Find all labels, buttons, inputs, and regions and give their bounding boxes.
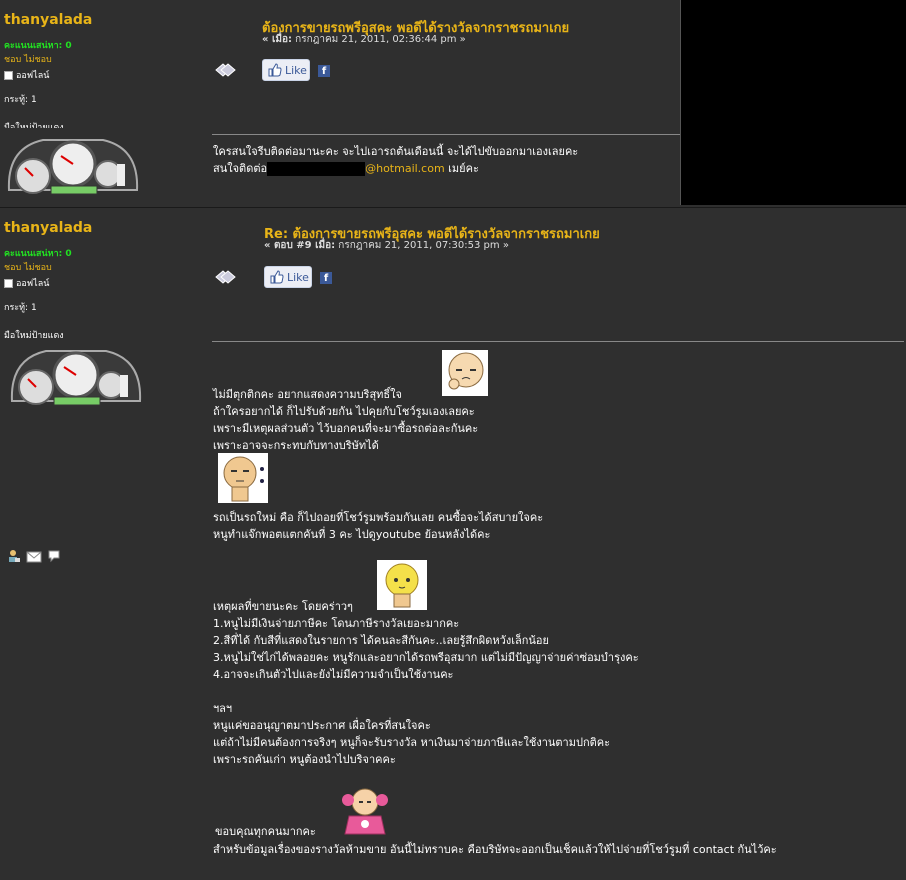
final-line: สำหรับข้อมูลเรื่องของรางวัลห้ามขาย อันนี… [213,843,777,856]
body-line: 1.หนูไม่มีเงินจ่ายภาษีคะ โดนภาษีรางวัลเย… [213,617,460,630]
body-line: 2.สีที่ได้ กับสีที่แสดงในรายการ ได้คนละส… [213,634,549,647]
karma-actions[interactable]: ชอบ ไม่ชอบ [4,52,92,66]
body-line: ฯลฯ [213,702,233,715]
meta-prefix: « ตอบ #9 เมื่อ: [264,240,336,251]
body-line: 3.หนูไม่ใช่ไก่ได้พลอยคะ หนูรักและอยากได้… [213,651,639,664]
body-line: ไม่มีตุกติกคะ อยากแสดงความบริสุทธิ์ใจ [213,388,402,401]
email-text: @hotmail.com [365,162,445,175]
like-label: Like [287,271,309,284]
status-icon [4,279,13,288]
post-body-part-3: เหตุผลที่ขายนะคะ โดยคร่าวๆ 1.หนูไม่มีเงิ… [213,598,639,683]
author-name[interactable]: thanyalada [4,12,92,28]
profile-icon[interactable] [7,549,21,563]
post-date: กรกฎาคม 21, 2011, 07:30:53 pm » [338,240,509,251]
karma-label: คะแนนเสน่หา: 0 [4,249,72,259]
online-status: ออฟไลน์ [4,276,92,290]
author-info: thanyalada คะแนนเสน่หา: 0 ชอบ ไม่ชอบ ออฟ… [4,12,92,134]
like-button[interactable]: Like [262,59,310,81]
profile-tools [7,548,61,567]
post-2: thanyalada คะแนนเสน่หา: 0 ชอบ ไม่ชอบ ออฟ… [0,207,906,880]
body-line: แต่ถ้าไม่มีคนต้องการจริงๆ หนูก็จะรับรางว… [213,736,611,749]
author-info: thanyalada คะแนนเสน่หา: 0 ชอบ ไม่ชอบ ออฟ… [4,220,92,342]
online-status: ออฟไลน์ [4,68,92,82]
post-icon [215,63,236,77]
karma-actions[interactable]: ชอบ ไม่ชอบ [4,260,92,274]
post-divider [212,341,904,342]
post-meta: « ตอบ #9 เมื่อ: กรกฎาคม 21, 2011, 07:30:… [264,238,509,253]
bowing-girl-emoticon [342,788,388,835]
facebook-icon[interactable]: f [320,272,332,284]
author-name[interactable]: thanyalada [4,220,92,236]
post-body-part-2: รถเป็นรถใหม่ คือ ก็ไปถอยที่โชว์รูมพร้อมก… [213,509,543,543]
thumbs-up-icon [268,63,282,77]
post-meta: « เมื่อ: กรกฎาคม 21, 2011, 02:36:44 pm » [262,32,466,47]
post-body-part-4: ฯลฯ หนูแค่ขออนุญาตมาประกาศ เผื่อใครที่สน… [213,700,610,768]
body-line: เหตุผลที่ขายนะคะ โดยคร่าวๆ [213,600,353,613]
thanks-line: ขอบคุณทุกคนมากคะ [215,825,316,838]
like-label: Like [285,64,307,77]
post-count: กระทู้: 1 [4,95,37,105]
post-icon [215,270,236,284]
redacted-block [267,162,366,176]
message-icon[interactable] [47,549,61,563]
post-body-part-1: ไม่มีตุกติกคะ อยากแสดงความบริสุทธิ์ใจ ถ้… [213,386,478,454]
facebook-icon[interactable]: f [318,65,330,77]
body-line: เพราะรถคันเก่า หนูต้องนำไปบริจาคคะ [213,753,396,766]
body-line: ถ้าใครอยากได้ ก็ไปรับด้วยกัน ไปคุยกับโชว… [213,405,475,418]
status-icon [4,71,13,80]
contact-prefix: สนใจติดต่อ [213,162,268,175]
empty-area [680,0,906,205]
thumbs-up-icon [270,270,284,284]
post-count: กระทู้: 1 [4,303,37,313]
email-icon[interactable] [26,551,42,563]
post-divider [212,134,680,135]
body-line: 4.อาจจะเกินตัวไปและยังไม่มีความจำเป็นใช้… [213,668,454,681]
contact-suffix: เมย์คะ [444,162,479,175]
body-line: รถเป็นรถใหม่ คือ ก็ไปถอยที่โชว์รูมพร้อมก… [213,511,544,524]
body-line: เพราะอาจจะกระทบกับทางบริษัทได้ [213,439,379,452]
body-line: หนูแค่ขออนุญาตมาประกาศ เผื่อใครที่สนใจคะ [213,719,431,732]
sweat-emoticon [218,453,268,503]
body-line: หนูทำแจ๊กพอตแตกคันที่ 3 คะ ไปดูyoutube ย… [213,528,491,541]
rank-gauge-image [3,128,143,204]
body-line: ใครสนใจรีบติดต่อมานะคะ จะไปเอารถต้นเดือน… [213,145,579,158]
post-body: ใครสนใจรีบติดต่อมานะคะ จะไปเอารถต้นเดือน… [213,143,578,177]
status-label: ออฟไลน์ [16,71,50,81]
meta-prefix: « เมื่อ: [262,34,292,45]
karma-label: คะแนนเสน่หา: 0 [4,41,72,51]
like-button[interactable]: Like [264,266,312,288]
status-label: ออฟไลน์ [16,279,50,289]
body-line: เพราะมีเหตุผลส่วนตัว ไว้บอกคนที่จะมาซื้อ… [213,422,479,435]
body-line-contact: สนใจติดต่อ @hotmail.com เมย์คะ [213,160,578,177]
post-date: กรกฎาคม 21, 2011, 02:36:44 pm » [295,34,466,45]
post-1: thanyalada คะแนนเสน่หา: 0 ชอบ ไม่ชอบ ออฟ… [0,0,906,205]
rank-gauge-image [6,339,146,415]
